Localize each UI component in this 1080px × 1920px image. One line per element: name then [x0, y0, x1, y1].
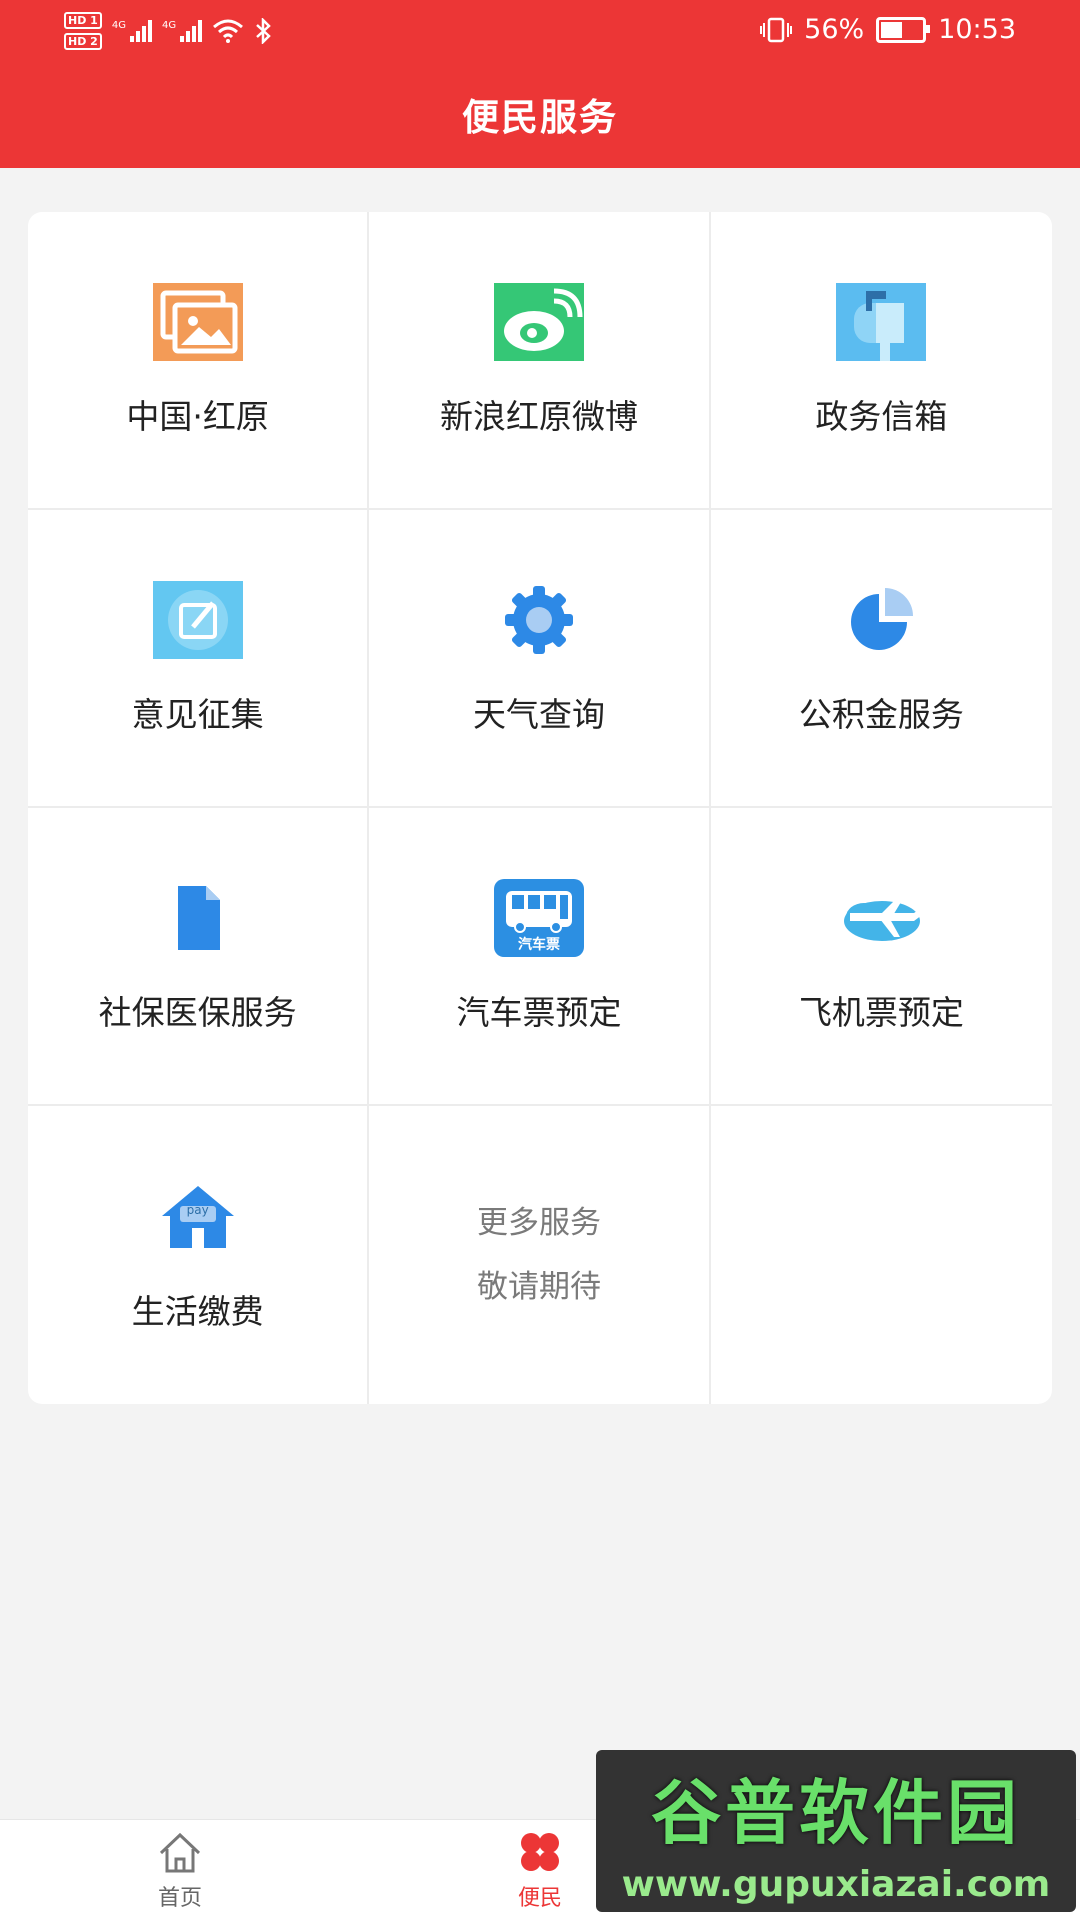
service-tile-fund[interactable]: 公积金服务: [710, 510, 1052, 808]
clock: 10:53: [938, 14, 1016, 45]
service-label: 政务信箱: [815, 397, 948, 436]
gear-icon: [494, 580, 584, 660]
service-tile-flight[interactable]: 飞机票预定: [710, 808, 1052, 1106]
home-pay-icon: pay: [153, 1177, 243, 1257]
home-icon: [155, 1828, 205, 1876]
battery-percent: 56%: [804, 14, 865, 45]
vibrate-icon: [760, 17, 793, 42]
page-title: 便民服务: [0, 60, 1080, 168]
service-tile-weather[interactable]: 天气查询: [369, 510, 711, 808]
service-label: 新浪红原微博: [439, 397, 638, 436]
service-tile-insurance[interactable]: 社保医保服务: [28, 808, 370, 1106]
mailbox-icon: [836, 282, 927, 362]
service-label: 汽车票预定: [456, 993, 622, 1032]
watermark-line2: www.gupuxiazai.com: [621, 1864, 1051, 1905]
airplane-icon: [836, 878, 926, 958]
edit-icon: [152, 580, 243, 660]
service-label: 社保医保服务: [98, 993, 297, 1032]
status-left: HD 1 HD 2 4G 4G: [64, 12, 272, 50]
service-tile-utilities[interactable]: pay 生活缴费: [28, 1106, 370, 1404]
tab-home[interactable]: 首页: [100, 1828, 260, 1912]
service-grid: 中国·红原 新浪红原微博 政务信箱 意见征集 天气查询 公积金服务 社保医保服务…: [28, 212, 1052, 1404]
more-services-line1: 更多服务: [476, 1205, 601, 1241]
network-type-label: 4G: [111, 20, 126, 31]
pay-icon-caption: pay: [186, 1203, 209, 1217]
network-type-label: 4G: [161, 20, 177, 31]
hd1-badge: HD 1: [64, 12, 102, 29]
service-tile-mailbox[interactable]: 政务信箱: [710, 212, 1052, 510]
bus-icon-caption: 汽车票: [517, 937, 560, 953]
bus-icon: 汽车票: [493, 878, 584, 958]
empty-cell: [711, 1106, 1052, 1404]
service-label: 飞机票预定: [798, 993, 964, 1032]
status-right: 56% 10:53: [760, 14, 1016, 45]
battery-icon: [876, 16, 931, 43]
watermark-line1: 谷普软件园: [651, 1772, 1021, 1854]
clover-icon: [515, 1828, 565, 1876]
watermark-logo: 谷普软件园 www.gupuxiazai.com: [596, 1750, 1076, 1912]
service-label: 生活缴费: [131, 1292, 264, 1331]
service-tile-feedback[interactable]: 意见征集: [28, 510, 370, 808]
service-label: 天气查询: [472, 695, 605, 734]
service-tile-bus[interactable]: 汽车票 汽车票预定: [369, 808, 711, 1106]
tab-label: 便民: [517, 1886, 562, 1911]
service-tile-hongyuan[interactable]: 中国·红原: [28, 212, 370, 510]
gallery-icon: [152, 282, 243, 362]
service-label: 意见征集: [131, 695, 264, 734]
signal-icon: 4G: [161, 20, 203, 42]
sim-indicators: HD 1 HD 2: [64, 12, 102, 50]
service-label: 中国·红原: [126, 397, 269, 436]
document-icon: [153, 878, 243, 958]
service-tile-weibo[interactable]: 新浪红原微博: [369, 212, 711, 510]
tab-label: 首页: [157, 1886, 202, 1911]
more-services-line2: 敬请期待: [476, 1269, 601, 1305]
pie-chart-icon: [836, 580, 926, 660]
service-label: 公积金服务: [798, 695, 964, 734]
weibo-icon: [493, 282, 584, 362]
status-bar: HD 1 HD 2 4G 4G 56% 10:53: [0, 0, 1080, 60]
signal-icon: 4G: [112, 20, 152, 42]
wifi-icon: [213, 19, 244, 43]
more-services-placeholder: 更多服务 敬请期待: [369, 1106, 711, 1404]
hd2-badge: HD 2: [64, 33, 102, 50]
bluetooth-icon: [256, 18, 271, 44]
